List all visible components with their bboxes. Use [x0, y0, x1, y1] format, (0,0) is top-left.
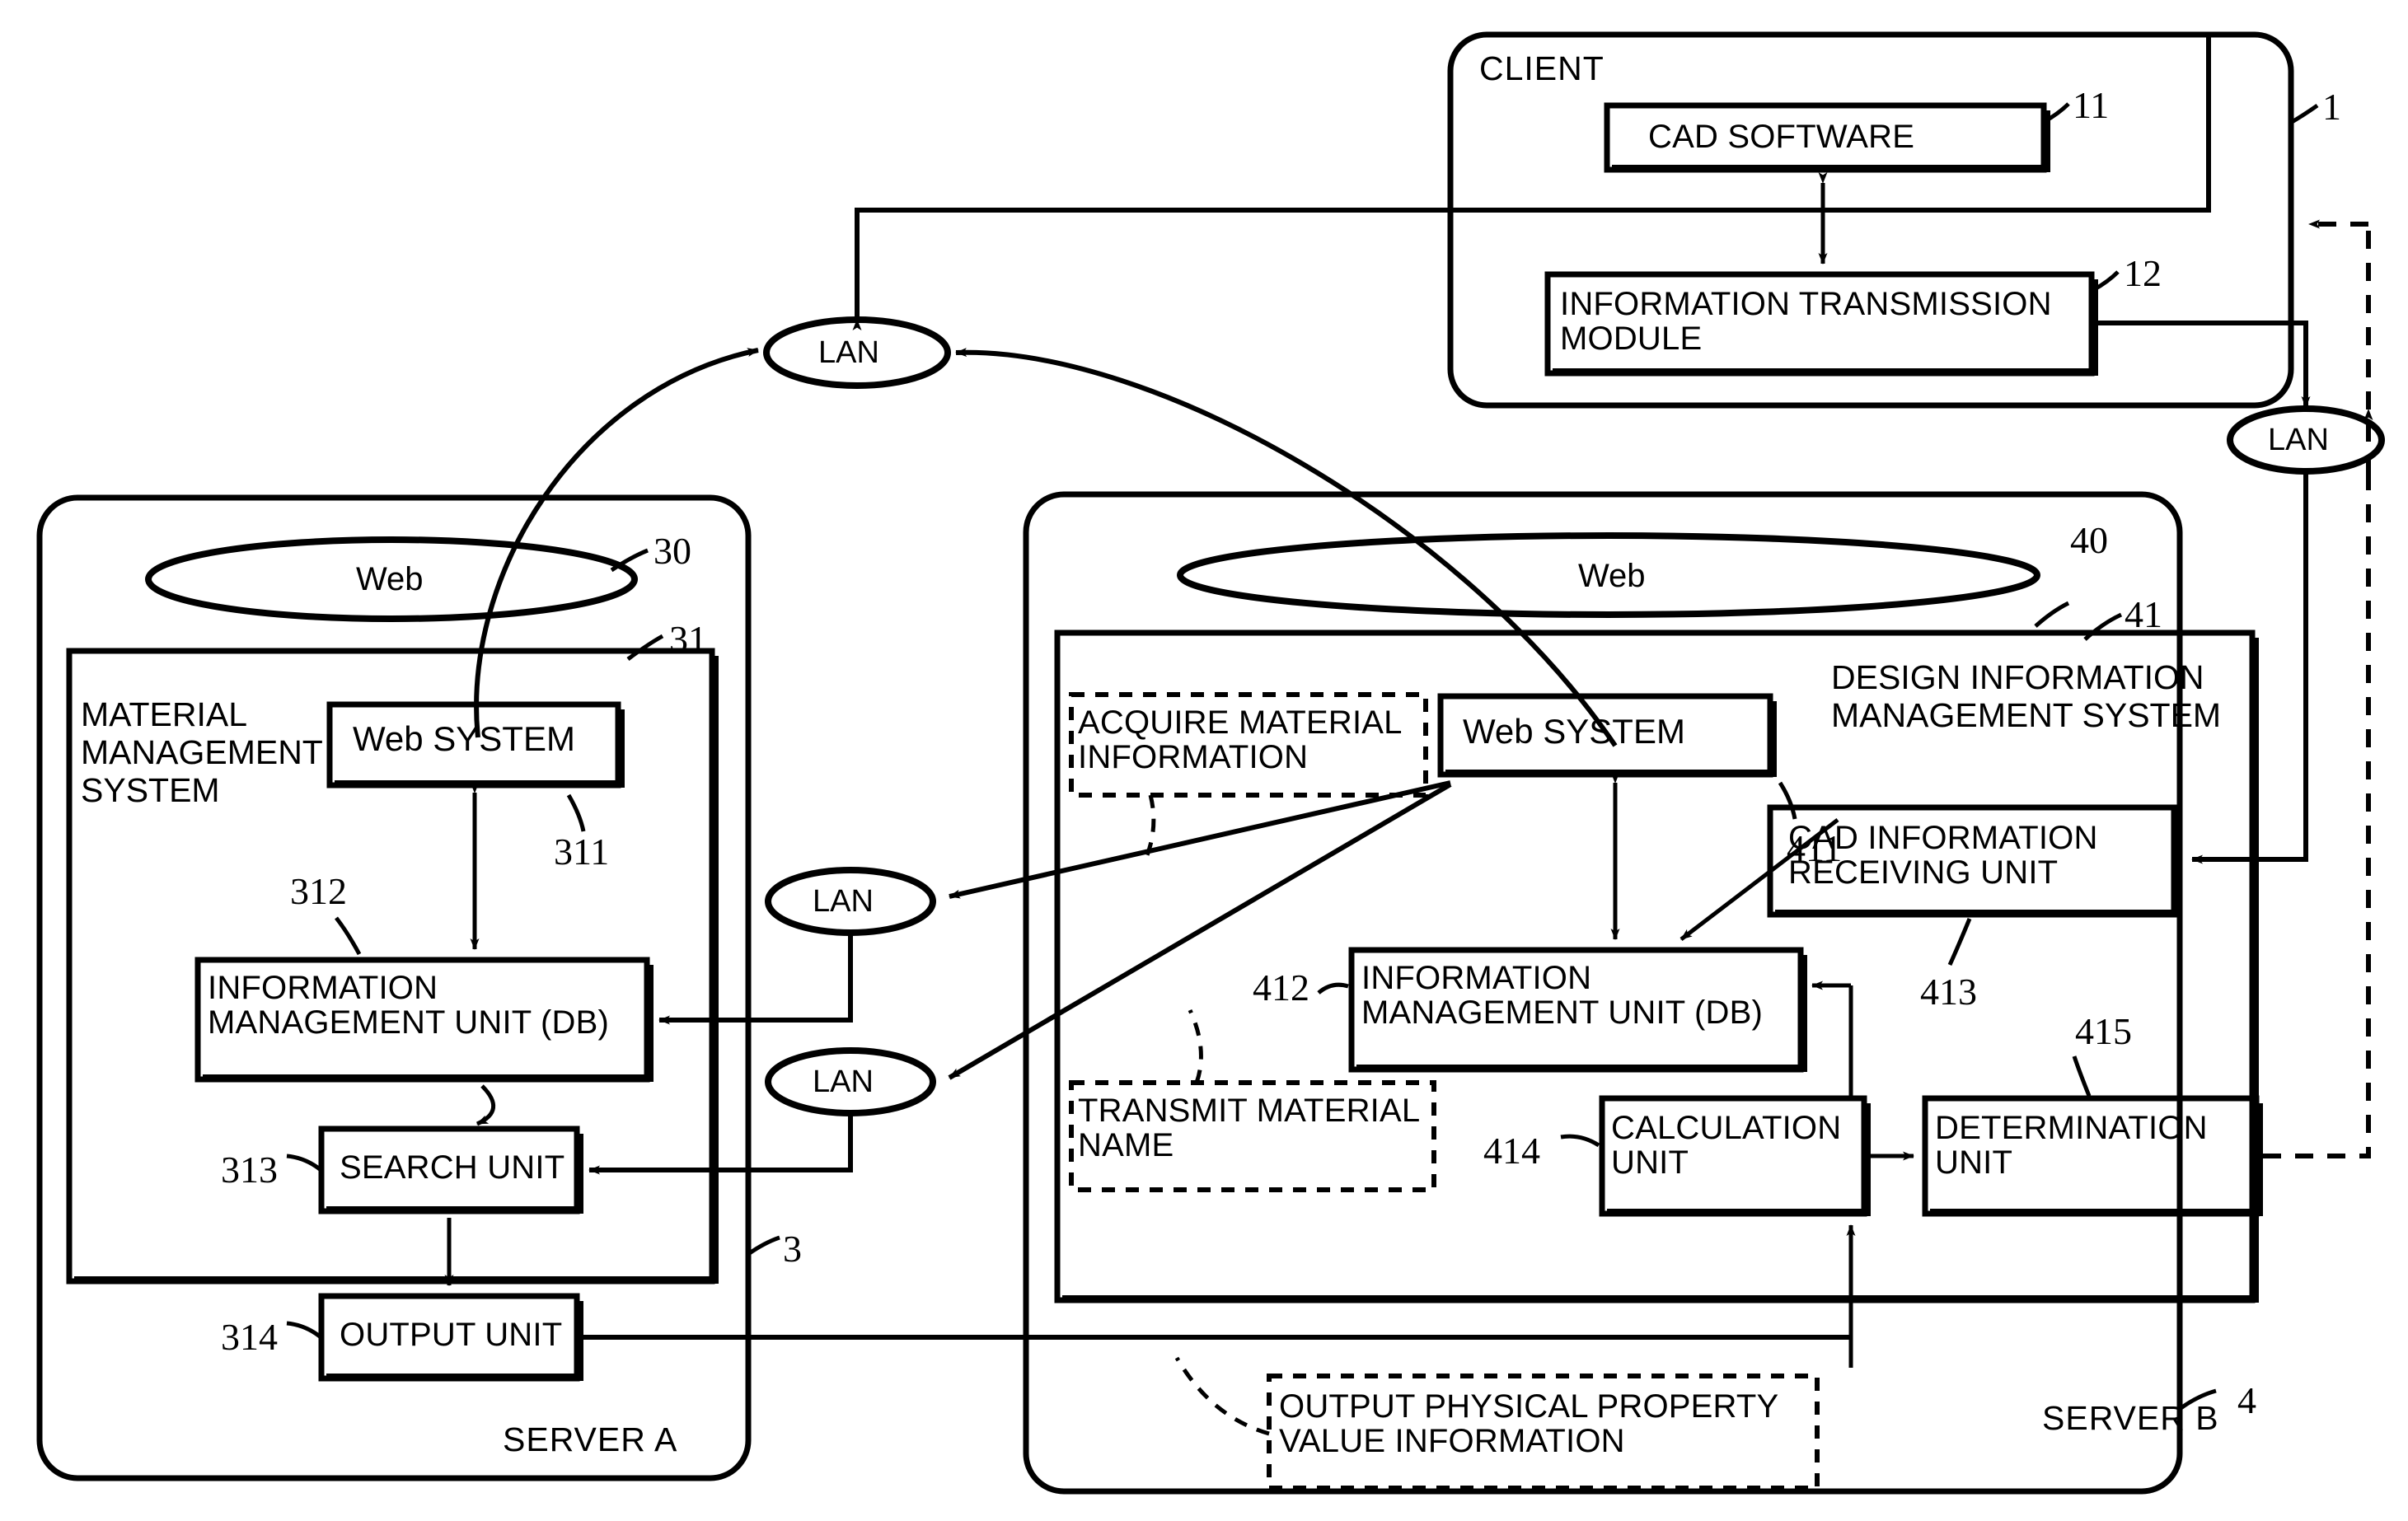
ref-412: 412: [1253, 966, 1309, 1009]
ref-313: 313: [221, 1149, 278, 1191]
ref-415: 415: [2075, 1010, 2132, 1052]
transmit-material-name-label: TRANSMIT MATERIAL NAME: [1078, 1093, 1421, 1164]
ref-312: 312: [290, 870, 347, 912]
ref-31: 31: [669, 618, 707, 660]
ref-4: 4: [2237, 1379, 2256, 1421]
material-management-system-label: MATERIAL MANAGEMENT SYSTEM: [81, 695, 323, 809]
ref-40: 40: [2070, 519, 2108, 561]
ref-1: 1: [2322, 86, 2341, 128]
server-a-corner-label: SERVER A: [503, 1420, 678, 1458]
ref-12: 12: [2124, 252, 2162, 294]
lan-mid-lower-to-search-unit: [588, 1113, 853, 1175]
information-transmission-module-label: INFORMATION TRANSMISSION MODULE: [1560, 286, 2052, 358]
server-b-web-system-label: Web SYSTEM: [1463, 712, 1685, 751]
determination-to-client-dashed: [2263, 474, 2371, 1158]
ref-11: 11: [2073, 84, 2110, 126]
acquire-material-information-label: ACQUIRE MATERIAL INFORMATION: [1078, 704, 1403, 776]
ref-311: 311: [554, 831, 610, 873]
output-physical-property-label: OUTPUT PHYSICAL PROPERTY VALUE INFORMATI…: [1279, 1388, 1779, 1460]
cad-information-receiving-unit-label: CAD INFORMATION RECEIVING UNIT: [1788, 820, 2098, 892]
lan-mid-upper-to-server-a-db: [658, 933, 853, 1025]
calculation-unit-label: CALCULATION UNIT: [1611, 1110, 1842, 1182]
server-b-info-mgmt-label: INFORMATION MANAGEMENT UNIT (DB): [1361, 960, 1763, 1032]
server-a-web-system-label: Web SYSTEM: [353, 719, 575, 758]
figure-canvas: CLIENT CAD SOFTWARE INFORMATION TRANSMIS…: [0, 0, 2408, 1521]
ref-30: 30: [654, 530, 691, 572]
server-a-web-label: Web: [356, 561, 424, 597]
cad-software-label: CAD SOFTWARE: [1648, 119, 1915, 155]
design-information-management-system-label: DESIGN INFORMATION MANAGEMENT SYSTEM: [1831, 658, 2222, 734]
output-unit-label: OUTPUT UNIT: [340, 1317, 563, 1353]
ref-413: 413: [1920, 971, 1977, 1013]
ref-41: 41: [2125, 593, 2162, 635]
determination-unit-label: DETERMINATION UNIT: [1935, 1110, 2208, 1182]
ref-3: 3: [783, 1228, 802, 1270]
lan-right-label: LAN: [2268, 423, 2329, 457]
server-a-db-to-search-link: [476, 1084, 496, 1126]
search-unit-label: SEARCH UNIT: [340, 1149, 565, 1186]
lan-top-label: LAN: [818, 335, 879, 370]
itm-to-lan-right-path: [2098, 321, 2311, 408]
server-b-web-label: Web: [1578, 558, 1646, 594]
ref-414: 414: [1483, 1130, 1540, 1172]
server-a-info-mgmt-label: INFORMATION MANAGEMENT UNIT (DB): [208, 970, 609, 1041]
lan-mid-lower-label: LAN: [813, 1065, 874, 1099]
lan-mid-upper-label: LAN: [813, 884, 874, 919]
client-title: CLIENT: [1479, 49, 1605, 87]
ref-314: 314: [221, 1316, 278, 1358]
server-b-corner-label: SERVER B: [2042, 1399, 2219, 1437]
